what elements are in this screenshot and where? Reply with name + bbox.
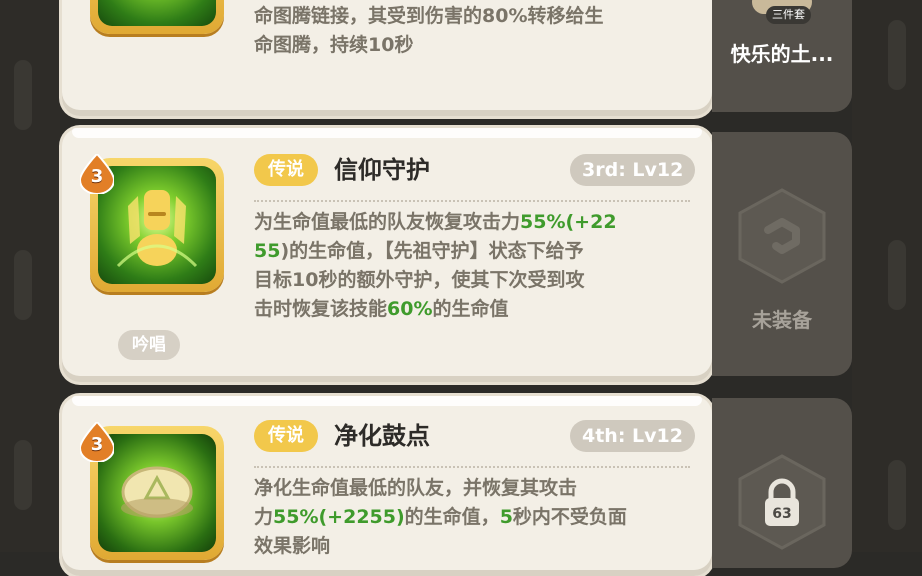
wall-ridge: [14, 250, 32, 320]
desc-text: 净化生命值最低的队友，并恢复其攻击: [254, 477, 578, 499]
skill-title: 信仰守护: [334, 156, 430, 184]
equip-slot-locked[interactable]: 63: [712, 398, 852, 568]
skill-description: 为生命值最低的队友恢复攻击力55%(+22 55)的生命值，【先祖守护】状态下给…: [254, 208, 704, 324]
skill-description: 净化生命值最低的队友，并恢复其攻击 力55%(+2255)的生命值，5秒内不受负…: [254, 474, 704, 561]
wall-ridge: [888, 240, 906, 310]
unequipped-label: 未装备: [752, 308, 812, 332]
artifact-name: 快乐的土...: [730, 42, 834, 66]
snow-trim: [72, 128, 702, 138]
skill-level-badge: 3: [78, 420, 116, 463]
desc-text: 的生命值: [432, 298, 509, 320]
lock-hex-icon: 63: [738, 454, 826, 554]
rarity-badge: 传说: [254, 420, 318, 452]
desc-text: 力: [254, 506, 274, 528]
equip-slot[interactable]: 未装备: [712, 132, 852, 376]
cast-type-tag: 吟唱: [118, 330, 180, 360]
rarity-badge: 传说: [254, 154, 318, 186]
totem-link-icon: [98, 0, 216, 26]
desc-highlight: 60%: [387, 298, 433, 320]
desc-text: 效果影响: [254, 535, 331, 557]
wall-ridge: [14, 60, 32, 130]
desc-highlight: 55%(+2255): [273, 506, 405, 528]
snow-trim: [72, 396, 702, 406]
drum-cleanse-icon: [98, 434, 216, 552]
desc-text: 秒内不受负面: [512, 506, 627, 528]
skill-icon-frame: [90, 0, 224, 34]
skill-level-number: 3: [90, 166, 104, 187]
unequipped-hex-icon: [738, 188, 826, 288]
wall-ridge: [888, 20, 906, 90]
desc-highlight: 55%(+22: [520, 211, 617, 233]
totem-heal-icon-art: [116, 190, 198, 268]
wall-ridge: [888, 460, 906, 530]
lock-level: 63: [772, 506, 792, 522]
totem-heal-icon: [98, 166, 216, 284]
skill-card[interactable]: 3 传说 信仰守护 3rd: Lv12 为生命值最低的队友恢复攻击力55%(+2…: [62, 128, 712, 382]
desc-highlight: 55: [254, 240, 281, 262]
wall-ridge: [14, 440, 32, 510]
desc-highlight: 5: [499, 506, 513, 528]
skill-level-number: 3: [90, 434, 104, 455]
equip-slot-top[interactable]: 三件套 快乐的土...: [712, 0, 852, 112]
desc-text: 目标10秒的额外守护，使其下次受到攻: [254, 269, 585, 291]
right-background: [852, 0, 922, 552]
divider: [254, 200, 690, 202]
desc-text: )的生命值，【先祖守护】状态下给予: [280, 240, 584, 262]
drum-cleanse-icon-art: [121, 466, 193, 518]
desc-text: 击时恢复该技能: [254, 298, 388, 320]
divider: [254, 466, 690, 468]
skill-title: 净化鼓点: [334, 422, 430, 450]
skill-level-badge: 3: [78, 152, 116, 195]
desc-text: 为生命值最低的队友恢复攻击力: [254, 211, 521, 233]
skill-slot-level: 3rd: Lv12: [570, 154, 696, 186]
skill-desc-line: 命图腾链接，其受到伤害的80%转移给生: [254, 5, 604, 27]
skill-card[interactable]: 3 传说 净化鼓点 4th: Lv12 净化生命值最低的队友，并恢复其攻击 力5…: [62, 396, 712, 576]
set-badge: 三件套: [766, 6, 811, 24]
skill-desc-line: 命图腾，持续10秒: [254, 34, 414, 56]
skill-card-top[interactable]: 命图腾链接，其受到伤害的80%转移给生 命图腾，持续10秒: [62, 0, 712, 116]
skill-slot-level: 4th: Lv12: [570, 420, 695, 452]
desc-text: 的生命值，: [404, 506, 500, 528]
